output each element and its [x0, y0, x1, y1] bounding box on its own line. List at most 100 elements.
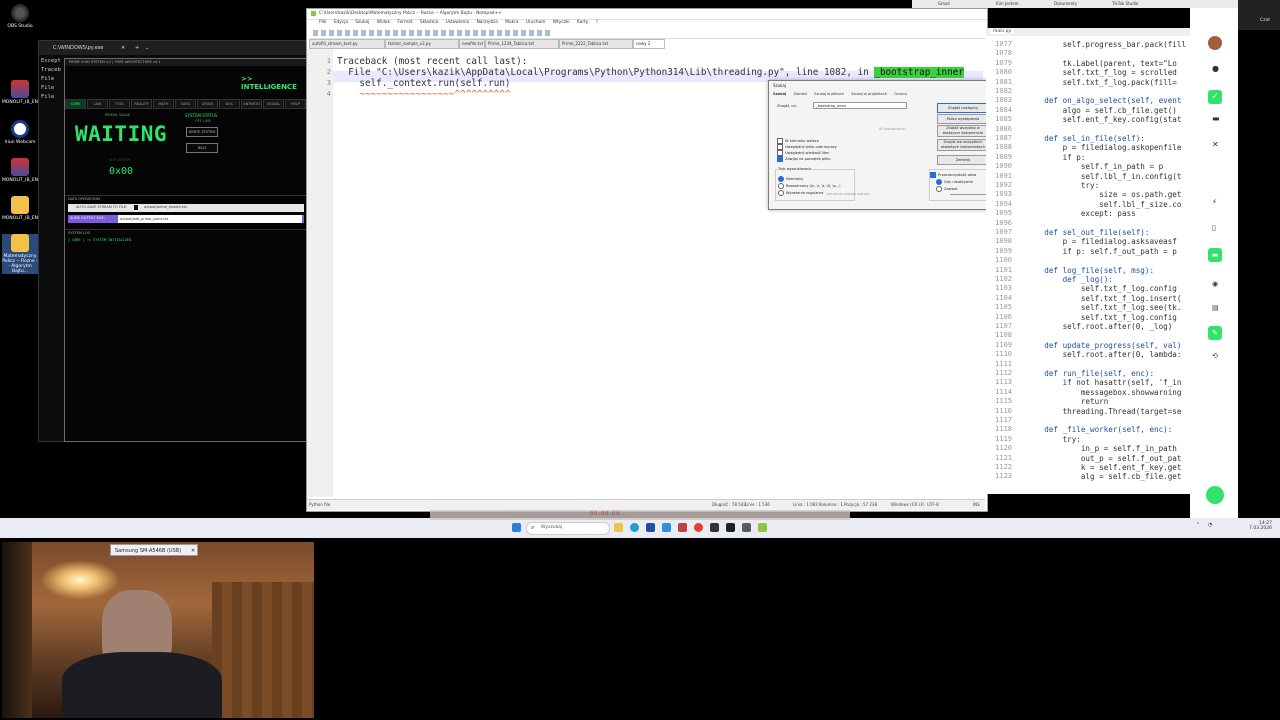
- tab-reality[interactable]: REALITY: [131, 99, 152, 109]
- tab-mark[interactable]: Oznacz: [894, 92, 907, 96]
- close-icon[interactable]: ✕: [121, 45, 125, 51]
- obs-icon[interactable]: [710, 523, 719, 532]
- mode-normal-radio[interactable]: Normalny: [778, 176, 803, 182]
- tab-doc[interactable]: DOC: [219, 99, 240, 109]
- tab-replace[interactable]: Zamień: [793, 92, 807, 96]
- tab-math[interactable]: MATH: [153, 99, 174, 109]
- transparency-checkbox[interactable]: Przezroczystość okna: [930, 172, 976, 178]
- window-icon[interactable]: ▬: [1212, 114, 1220, 123]
- find-next-button[interactable]: Znajdź następny: [937, 103, 989, 113]
- find-all-open-button[interactable]: Znajdź wszystko w bieżącym dokumencie: [937, 125, 989, 137]
- wrap-around-checkbox[interactable]: Zawijaj na początek pliku: [777, 156, 830, 162]
- menu-tabs[interactable]: Karty: [577, 20, 588, 25]
- npp-tab-1[interactable]: autofill_stream_test.py: [309, 39, 385, 49]
- desktop-icon-obs[interactable]: OBS Studio: [2, 4, 38, 29]
- tab-core[interactable]: CORE: [65, 99, 86, 109]
- close-icon[interactable]: ✕: [1212, 140, 1219, 149]
- transparency-slider[interactable]: [950, 194, 986, 195]
- start-icon[interactable]: [512, 523, 521, 532]
- browser-tab-gmail[interactable]: Gmail: [938, 1, 950, 6]
- halt-button[interactable]: HALT: [186, 143, 218, 153]
- menu-file[interactable]: Plik: [319, 20, 326, 25]
- npp-tab-3[interactable]: newfile.txt: [459, 39, 485, 49]
- tab-find-in-files[interactable]: Szukaj w plikach: [814, 92, 844, 96]
- browser-tab-tiktok[interactable]: TikTok Studio: [1112, 1, 1138, 6]
- console-titlebar[interactable]: C:\WINDOWS\py.exe ✕ + ⌄: [39, 41, 307, 55]
- right-code-editor[interactable]: 1077 self.progress_bar.pack(fill 1078 1079…: [986, 36, 1190, 494]
- terminal-icon[interactable]: [726, 523, 735, 532]
- bolt-icon[interactable]: ⚡: [1212, 198, 1217, 206]
- close-button[interactable]: Zamknij: [937, 155, 989, 165]
- menu-settings[interactable]: Ustawienia: [446, 20, 470, 25]
- mode-regex-radio[interactable]: Wyrażenie regularne: [778, 190, 823, 196]
- tab-law[interactable]: LAW: [87, 99, 108, 109]
- tab-antimod[interactable]: ANTIMOD: [241, 99, 262, 109]
- desktop-icon-monolit-1[interactable]: MONOLIT_IB_EN...: [2, 80, 42, 105]
- autosave-path-input[interactable]: output/prime_stream.txt: [144, 205, 187, 209]
- browser-tab-docs[interactable]: Dokumenty: [1054, 1, 1077, 6]
- chrome-icon[interactable]: [694, 523, 703, 532]
- menu-edit[interactable]: Edycja: [334, 20, 348, 25]
- chat-label[interactable]: Czat: [1260, 18, 1270, 23]
- close-icon[interactable]: ✕: [191, 545, 195, 557]
- dot-newline-checkbox[interactable]: . pasuje do nowego wiersza: [825, 192, 869, 196]
- sums-output-input[interactable]: output/odd_prime_sums.txt: [118, 215, 302, 223]
- app-icon[interactable]: [742, 523, 751, 532]
- npp-tab-2[interactable]: tkinter_sample_v2.py: [385, 39, 459, 49]
- right-editor-tab[interactable]: main.py: [990, 29, 1015, 34]
- prime-void-app-window[interactable]: PRIME VOID SYSTEM v.2 | PURE ARCHITECTUR…: [64, 58, 308, 442]
- desktop-icon-matematyczny[interactable]: Matematyczny Policz -- Rozne -- Algorytm…: [2, 234, 38, 274]
- tab-tool[interactable]: TOOL: [109, 99, 130, 109]
- find-all-current-button[interactable]: Znajdź we wszystkich otwartych dokumenta…: [937, 139, 989, 151]
- assistant-button[interactable]: [1206, 486, 1224, 504]
- chevron-down-icon[interactable]: ⌄: [145, 45, 149, 51]
- chat-icon[interactable]: ▬: [1208, 248, 1222, 262]
- find-dialog[interactable]: Szukaj ✕ Szukaj Zamień Szukaj w plikach …: [768, 80, 998, 210]
- in-selection-checkbox[interactable]: W zaznaczeniu: [879, 127, 906, 131]
- app-icon[interactable]: [662, 523, 671, 532]
- ignite-button[interactable]: IGNITE SYSTEM: [186, 127, 218, 137]
- tab-find[interactable]: Szukaj: [773, 92, 786, 96]
- info-icon[interactable]: ●: [1212, 64, 1219, 73]
- trans-always-radio[interactable]: Zawsze: [936, 186, 958, 192]
- menu-format[interactable]: Format: [397, 20, 412, 25]
- layout-icon[interactable]: ▤: [1212, 304, 1219, 312]
- count-button[interactable]: Policz wystąpienia: [937, 114, 989, 124]
- store-icon[interactable]: [646, 523, 655, 532]
- desktop-icon-monolit-3[interactable]: MONOLIT_IB_EN...: [2, 196, 42, 221]
- trans-focus-radio[interactable]: Gdy nieaktywne: [936, 179, 973, 185]
- app-titlebar[interactable]: PRIME VOID SYSTEM v.2 | PURE ARCHITECTUR…: [65, 59, 307, 66]
- tab-crisis[interactable]: CRISIS: [197, 99, 218, 109]
- app-icon[interactable]: [678, 523, 687, 532]
- find-what-input[interactable]: _bootstrap_inner: [813, 102, 907, 109]
- clock[interactable]: 14:27 7.03.2026: [1236, 521, 1272, 531]
- taskbar-search[interactable]: ⌕ Wyszukaj: [526, 522, 610, 535]
- tab-signal[interactable]: SIGNAL: [263, 99, 284, 109]
- toolbar-icons[interactable]: [313, 30, 553, 36]
- edge-icon[interactable]: [630, 523, 639, 532]
- autosave-toggle[interactable]: [134, 205, 138, 210]
- menu-search[interactable]: Szukaj: [355, 20, 369, 25]
- menu-help[interactable]: ?: [596, 20, 598, 25]
- menu-tools[interactable]: Narzędzia: [477, 20, 498, 25]
- new-tab-icon[interactable]: +: [135, 45, 139, 51]
- avatar[interactable]: [1208, 36, 1222, 50]
- desktop-icon-iriun[interactable]: Iriun Webcam: [2, 120, 38, 145]
- npp-tab-active[interactable]: nowy 2: [633, 39, 665, 49]
- wrench-icon[interactable]: ✎: [1208, 326, 1222, 340]
- document-icon[interactable]: ▯: [1212, 224, 1216, 232]
- npp-tab-4[interactable]: Prime_1234_Tablica.txt: [485, 39, 559, 49]
- menu-syntax[interactable]: Składnia: [420, 20, 438, 25]
- check-icon[interactable]: ✓: [1208, 90, 1222, 104]
- desktop-icon-monolit-2[interactable]: MONOLIT_IB_EN...: [2, 158, 42, 183]
- tray-chevron-icon[interactable]: ⌃: [1196, 522, 1200, 528]
- share-icon[interactable]: ⟲: [1212, 352, 1218, 360]
- tab-find-in-projects[interactable]: Szukaj w projektach: [851, 92, 887, 96]
- radio-icon[interactable]: ◉: [1212, 280, 1218, 288]
- tab-help[interactable]: HELP: [285, 99, 306, 109]
- menu-run[interactable]: Uruchom: [526, 20, 546, 25]
- tab-data[interactable]: DATA: [175, 99, 196, 109]
- npp-tab-5[interactable]: Prime_2222_Tablica.txt: [559, 39, 633, 49]
- mode-extended-radio[interactable]: Rozszerzony (\n, \r, \t, \0, \x...): [778, 183, 841, 189]
- browser-tab-kim[interactable]: Kim Jestem: [996, 1, 1019, 6]
